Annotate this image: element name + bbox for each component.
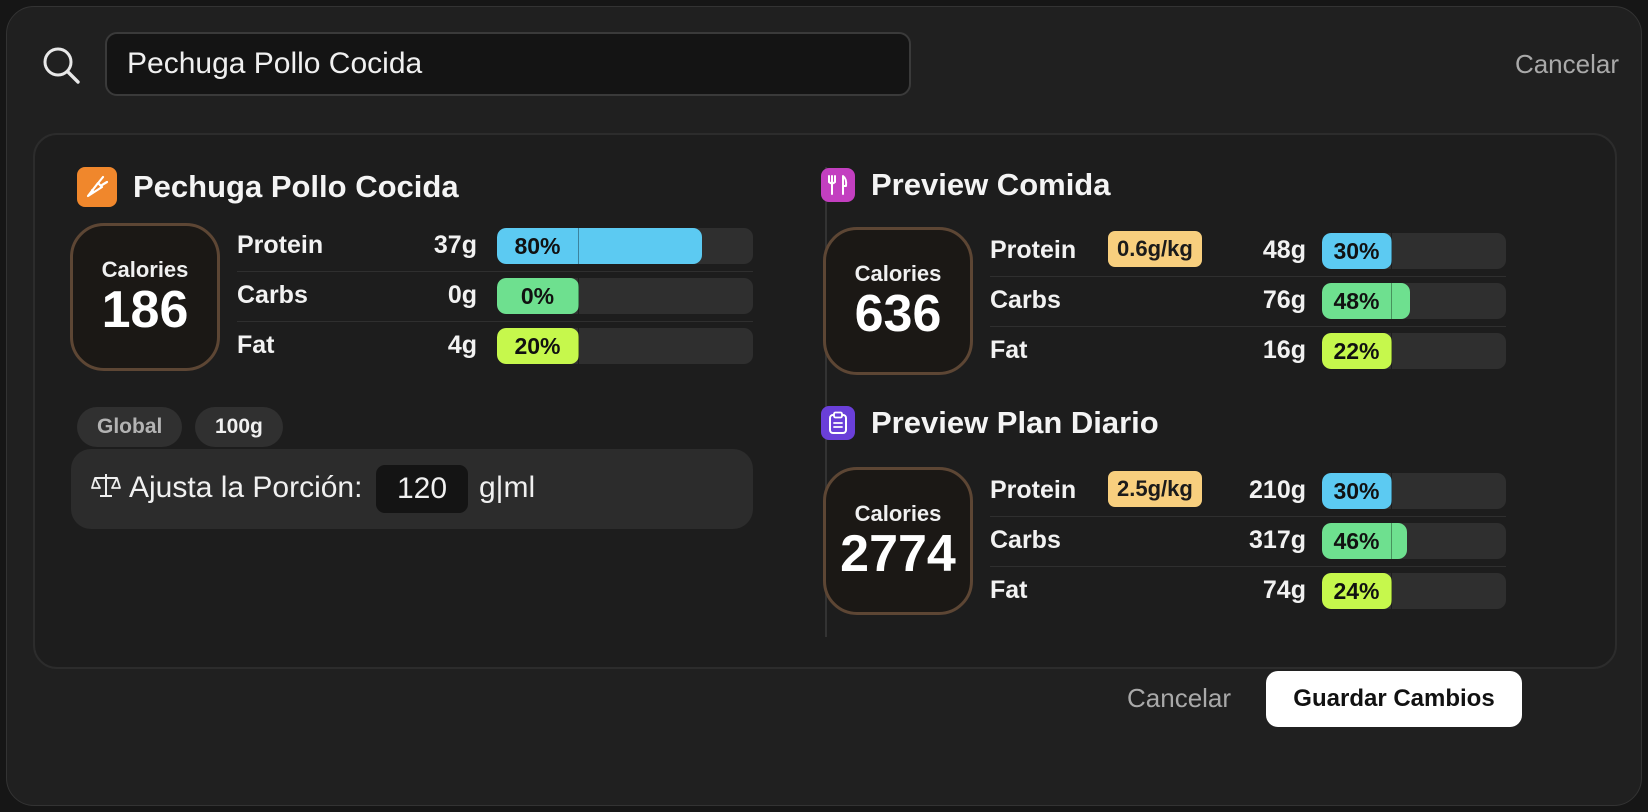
macro-bar: 30%: [1322, 473, 1506, 509]
meal-macro-table: Protein 0.6g/kg 48g 30% Carbs 76g 48% Fa…: [990, 227, 1506, 377]
macro-bar: 22%: [1322, 333, 1506, 369]
macro-percent: 0%: [497, 278, 579, 314]
macro-percent: 20%: [497, 328, 579, 364]
macro-row-fat: Fat 16g 22%: [990, 327, 1506, 377]
food-title: Pechuga Pollo Cocida: [133, 169, 459, 204]
portion-input[interactable]: [376, 465, 468, 513]
macro-percent: 48%: [1322, 283, 1392, 319]
clipboard-icon: [821, 406, 855, 440]
save-button[interactable]: Guardar Cambios: [1266, 671, 1522, 727]
macro-name: Protein: [990, 476, 1077, 504]
macro-percent: 24%: [1322, 573, 1392, 609]
macro-grams: 74g: [1262, 576, 1306, 604]
carrot-icon: [77, 167, 117, 207]
food-header: Pechuga Pollo Cocida: [77, 167, 459, 207]
nutrition-card: Pechuga Pollo Cocida Calories 186 Protei…: [33, 133, 1617, 669]
daily-preview-header: Preview Plan Diario: [821, 405, 1159, 441]
macro-name: Fat: [990, 576, 1028, 604]
macro-bar: 46%: [1322, 523, 1506, 559]
utensils-icon: [821, 168, 855, 202]
macro-grams: 16g: [1262, 336, 1306, 364]
macro-grams: 4g: [447, 331, 477, 359]
scale-icon: [91, 474, 121, 497]
macro-bar: 20%: [497, 328, 753, 364]
macro-name: Carbs: [990, 286, 1061, 314]
macro-bar: 80%: [497, 228, 753, 264]
search-icon: [43, 47, 80, 84]
macro-percent: 80%: [497, 228, 579, 264]
food-macro-table: Protein 37g 80% Carbs 0g 0% Fat 4g 20%: [237, 222, 753, 372]
search-input[interactable]: [105, 32, 911, 96]
food-calories-box: Calories 186: [70, 223, 220, 371]
macro-row-protein: Protein 0.6g/kg 48g 30%: [990, 227, 1506, 277]
macro-name: Carbs: [237, 281, 308, 309]
macro-percent: 22%: [1322, 333, 1392, 369]
macro-grams: 317g: [1249, 526, 1306, 554]
protein-per-kg-badge: 2.5g/kg: [1108, 471, 1202, 507]
macro-name: Carbs: [990, 526, 1061, 554]
macro-name: Protein: [990, 236, 1077, 264]
calories-label: Calories: [101, 256, 189, 282]
calories-value: 2774: [840, 524, 956, 583]
macro-name: Protein: [237, 231, 324, 259]
tag-global[interactable]: Global: [77, 407, 183, 447]
macro-grams: 48g: [1262, 236, 1306, 264]
macro-row-carbs: Carbs 317g 46%: [990, 517, 1506, 567]
calories-label: Calories: [854, 260, 942, 286]
portion-unit: g|ml: [479, 471, 536, 504]
macro-row-carbs: Carbs 76g 48%: [990, 277, 1506, 327]
meal-preview-title: Preview Comida: [871, 167, 1111, 202]
macro-row-protein: Protein 37g 80%: [237, 222, 753, 272]
tag-serving-size[interactable]: 100g: [195, 407, 283, 447]
edit-food-dialog: Cancelar Pechuga Pollo Cocida Calories 1…: [6, 6, 1642, 806]
portion-adjuster: Ajusta la Porción: g|ml: [71, 449, 753, 529]
calories-label: Calories: [854, 500, 942, 526]
macro-percent: 30%: [1322, 233, 1392, 269]
macro-row-protein: Protein 2.5g/kg 210g 30%: [990, 467, 1506, 517]
macro-row-fat: Fat 4g 20%: [237, 322, 753, 372]
macro-name: Fat: [237, 331, 275, 359]
macro-row-fat: Fat 74g 24%: [990, 567, 1506, 617]
search-row: Cancelar: [7, 7, 1641, 127]
meal-calories-box: Calories 636: [823, 227, 973, 375]
macro-grams: 76g: [1262, 286, 1306, 314]
daily-preview-title: Preview Plan Diario: [871, 405, 1159, 440]
calories-value: 636: [854, 284, 942, 343]
calories-value: 186: [101, 280, 189, 339]
protein-per-kg-badge: 0.6g/kg: [1108, 231, 1202, 267]
daily-macro-table: Protein 2.5g/kg 210g 30% Carbs 317g 46% …: [990, 467, 1506, 617]
meal-preview-header: Preview Comida: [821, 167, 1110, 203]
macro-name: Fat: [990, 336, 1028, 364]
macro-bar: 24%: [1322, 573, 1506, 609]
macro-grams: 0g: [447, 281, 477, 309]
search-cancel-button[interactable]: Cancelar: [1515, 49, 1619, 80]
macro-percent: 46%: [1322, 523, 1392, 559]
portion-label: Ajusta la Porción:: [129, 471, 363, 504]
cancel-button[interactable]: Cancelar: [1127, 683, 1231, 714]
macro-grams: 210g: [1249, 476, 1306, 504]
macro-row-carbs: Carbs 0g 0%: [237, 272, 753, 322]
macro-bar: 30%: [1322, 233, 1506, 269]
macro-bar: 0%: [497, 278, 753, 314]
daily-calories-box: Calories 2774: [823, 467, 973, 615]
macro-bar: 48%: [1322, 283, 1506, 319]
macro-grams: 37g: [433, 231, 477, 259]
macro-percent: 30%: [1322, 473, 1392, 509]
